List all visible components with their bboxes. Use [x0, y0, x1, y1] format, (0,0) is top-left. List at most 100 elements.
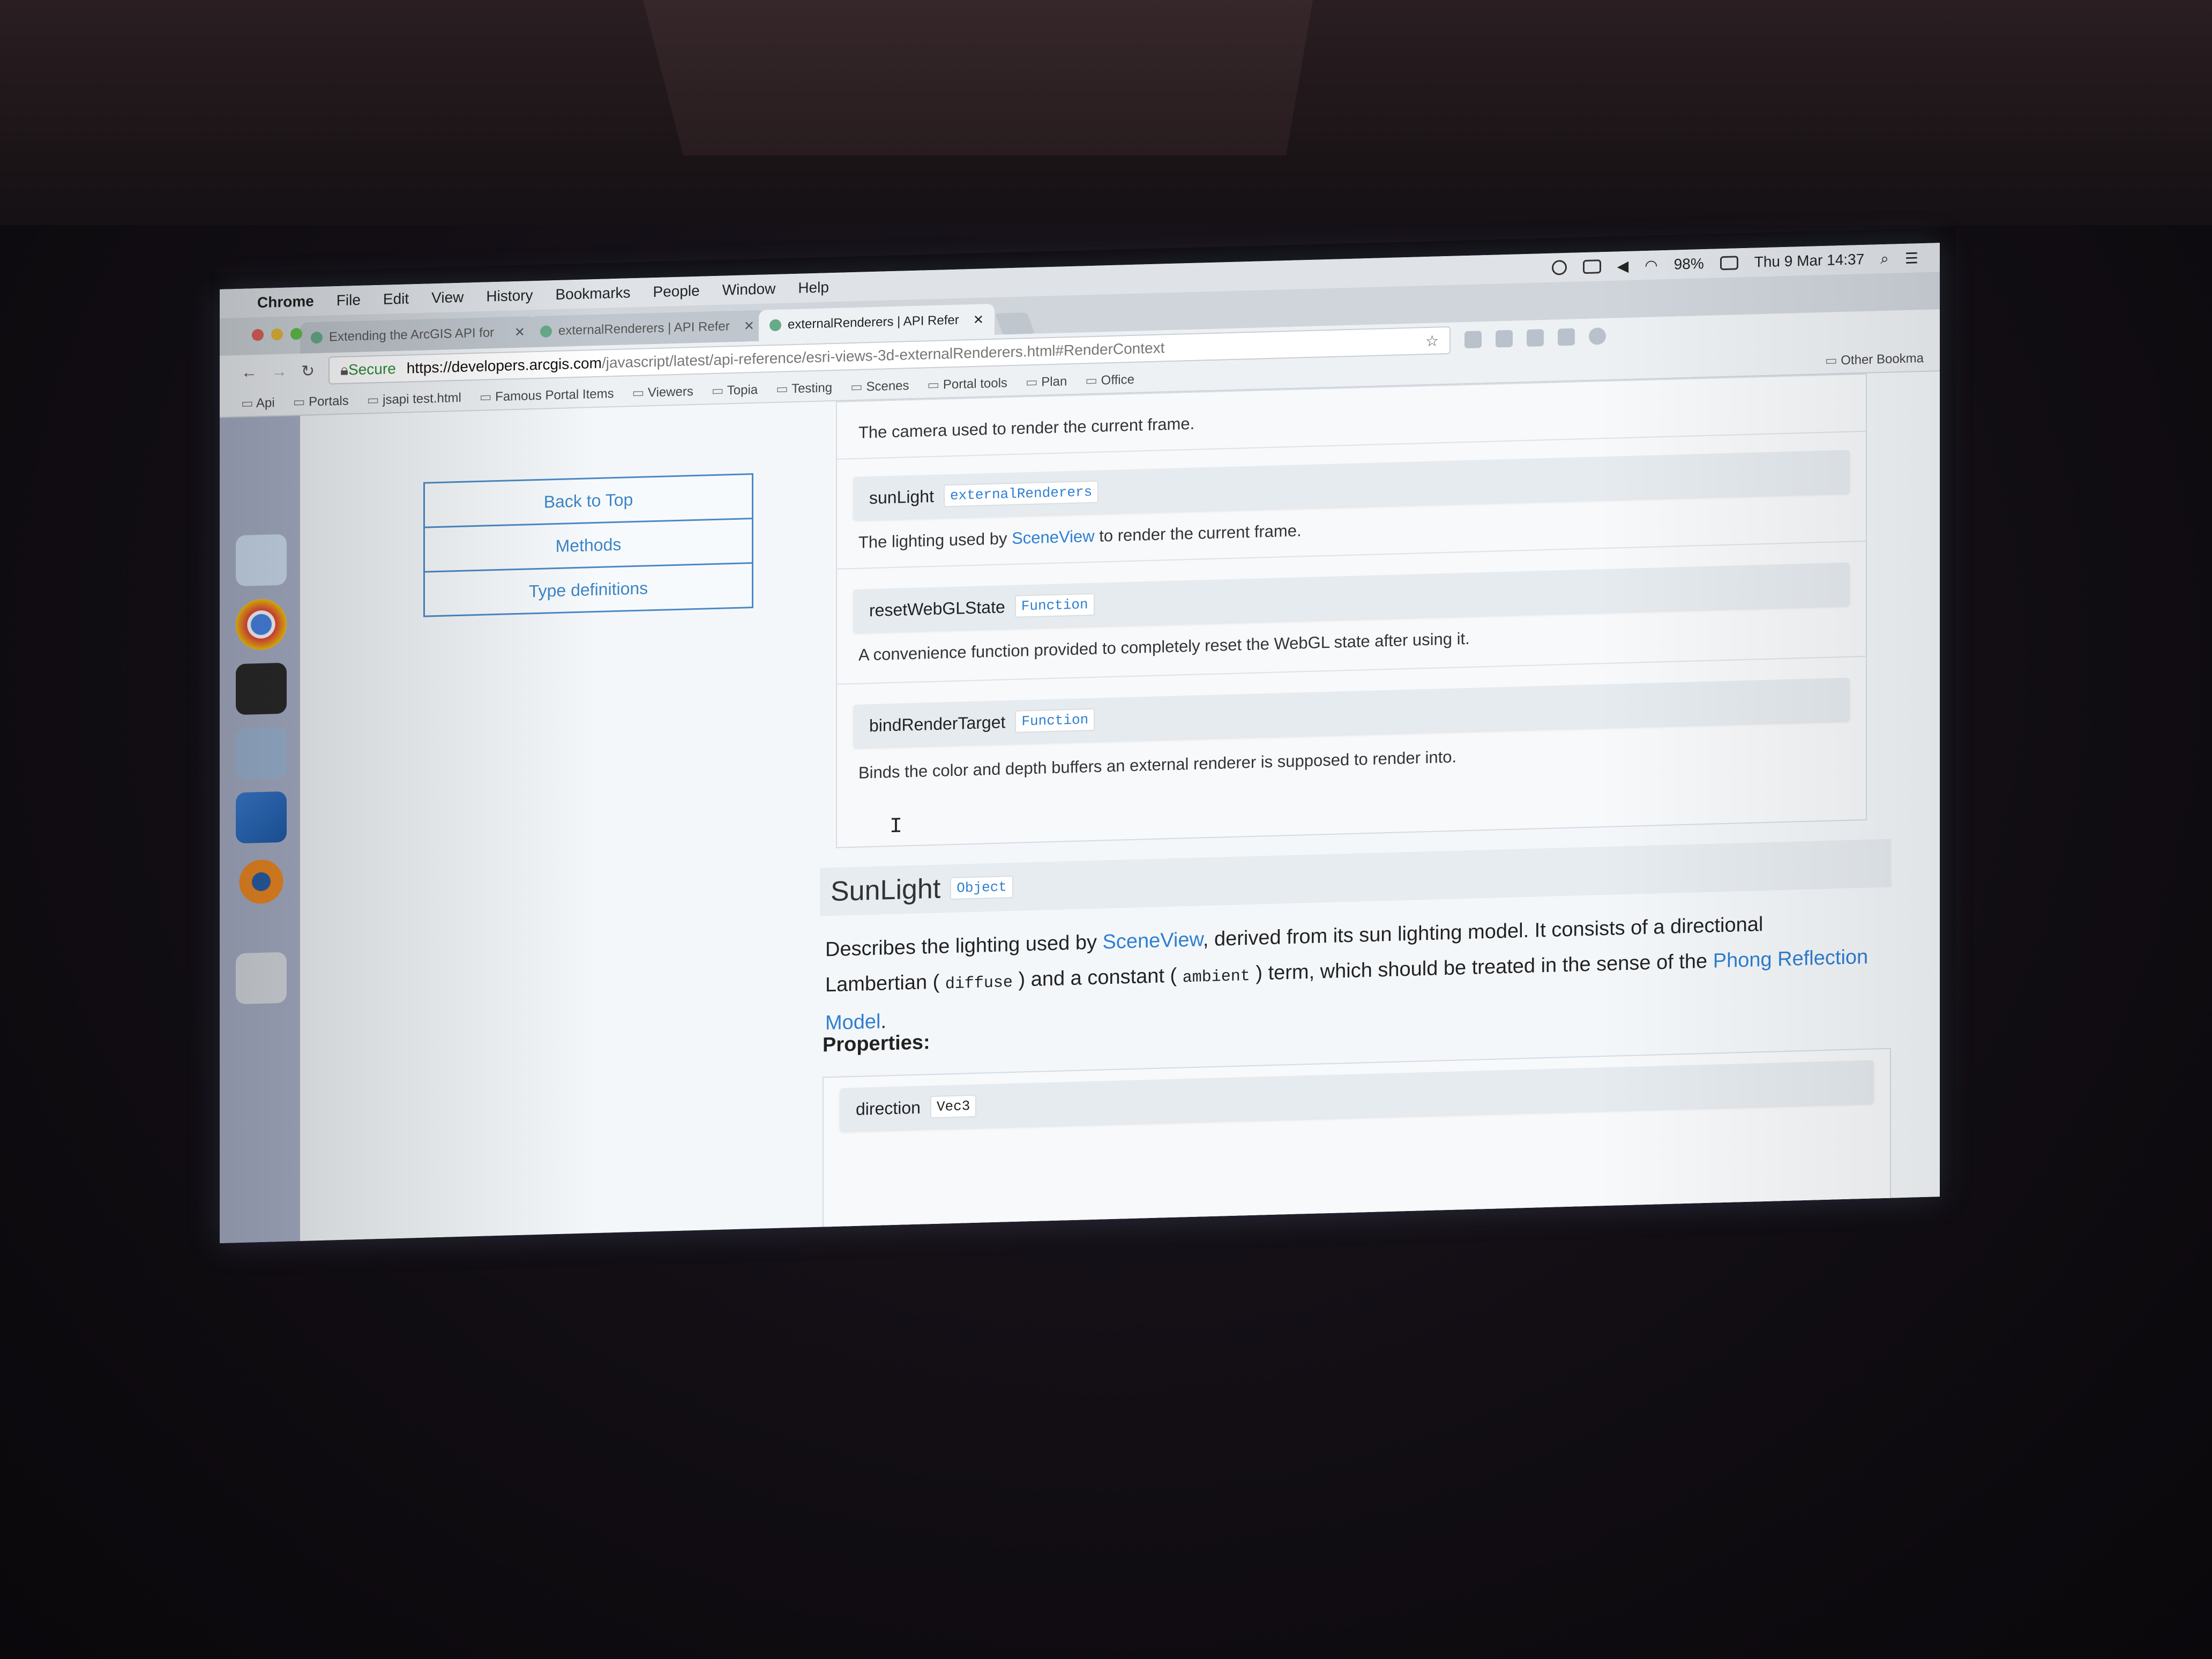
desc-text: The lighting used by — [858, 529, 1012, 552]
desc-text: to render the current frame. — [1094, 521, 1302, 545]
preview-icon[interactable] — [236, 727, 287, 780]
window-controls — [252, 327, 302, 341]
menu-people[interactable]: People — [653, 282, 700, 301]
extension-icon[interactable] — [1464, 331, 1482, 349]
reload-icon[interactable]: ↻ — [301, 362, 315, 381]
minimize-window-icon[interactable] — [271, 328, 283, 341]
airplay-icon[interactable] — [1582, 259, 1601, 274]
property-name: direction — [856, 1097, 921, 1119]
sunlight-section-header: SunLight Object — [820, 839, 1892, 916]
back-arrow-icon[interactable]: ← — [241, 363, 257, 382]
extension-icon[interactable] — [1496, 330, 1513, 348]
tab-close-icon[interactable]: ✕ — [973, 312, 984, 328]
reset-description: A convenience function provided to compl… — [858, 629, 1470, 664]
lock-icon: 🔒︎ — [340, 361, 349, 378]
desc-text: . — [880, 1010, 887, 1033]
menu-edit[interactable]: Edit — [383, 290, 409, 308]
clock[interactable]: Thu 9 Mar 14:37 — [1754, 251, 1864, 271]
properties-label: Properties: — [823, 1031, 930, 1057]
menu-window[interactable]: Window — [722, 280, 776, 299]
camera-description: The camera used to render the current fr… — [858, 414, 1195, 442]
chrome-icon[interactable] — [236, 598, 287, 651]
bookmark-folder[interactable]: Famous Portal Items — [480, 386, 614, 405]
trash-icon[interactable] — [236, 952, 287, 1005]
notification-center-icon[interactable]: ☰ — [1905, 249, 1918, 267]
bookmark-item[interactable]: jsapi test.html — [367, 390, 461, 408]
render-context-properties: The camera used to render the current fr… — [836, 373, 1867, 848]
spotlight-search-icon[interactable]: ⌕ — [1880, 250, 1889, 267]
tab-label: externalRenderers | API Refer — [558, 319, 730, 338]
profile-icon[interactable] — [1589, 327, 1606, 345]
sunlight-description: The lighting used by SceneView to render… — [858, 521, 1302, 552]
tab-close-icon[interactable]: ✕ — [744, 318, 754, 334]
menu-file[interactable]: File — [337, 292, 361, 309]
property-reset-webgl-state: resetWebGLState Function — [853, 562, 1850, 633]
code-ambient: ambient — [1182, 967, 1250, 988]
type-link[interactable]: Function — [1014, 593, 1095, 618]
bookmark-folder[interactable]: Portal tools — [928, 375, 1007, 393]
finder-icon[interactable] — [236, 534, 287, 587]
new-tab-button[interactable] — [995, 312, 1035, 335]
section-type-tag[interactable]: Object — [950, 875, 1013, 900]
property-bind-render-target: bindRenderTarget Function — [853, 677, 1850, 748]
password-manager-icon[interactable] — [1551, 259, 1567, 275]
desc-text: ) and a constant ( — [1012, 964, 1183, 991]
volume-icon[interactable]: ◀ — [1617, 257, 1629, 275]
projected-screen: Chrome File Edit View History Bookmarks … — [220, 243, 1940, 1244]
extension-icon[interactable] — [1558, 328, 1575, 346]
bookmark-folder[interactable]: Viewers — [632, 384, 693, 401]
sceneview-link[interactable]: SceneView — [1012, 527, 1095, 548]
sunlight-properties: direction Vec3 — [823, 1048, 1891, 1240]
tab-label: externalRenderers | API Refer — [788, 312, 959, 332]
forward-arrow-icon[interactable]: → — [271, 363, 287, 382]
bookmark-folder[interactable]: Portals — [293, 393, 349, 410]
apple-menu-icon[interactable] — [220, 303, 257, 304]
other-bookmarks[interactable]: Other Bookma — [1825, 350, 1924, 368]
close-window-icon[interactable] — [252, 328, 264, 341]
bookmark-folder[interactable]: Topia — [712, 382, 758, 398]
secure-label: Secure — [348, 360, 396, 378]
menu-app[interactable]: Chrome — [257, 293, 314, 311]
menu-bookmarks[interactable]: Bookmarks — [555, 284, 630, 303]
maximize-window-icon[interactable] — [290, 327, 302, 340]
property-name: resetWebGLState — [869, 596, 1005, 620]
menu-view[interactable]: View — [431, 289, 464, 307]
blender-icon[interactable] — [236, 855, 287, 908]
battery-icon[interactable] — [1720, 256, 1738, 271]
menubar-status-area: ◀ ◠ 98% Thu 9 Mar 14:37 ⌕ ☰ — [1551, 249, 1940, 277]
bookmark-folder[interactable]: Testing — [776, 380, 832, 397]
desc-text: ) term, which should be treated in the s… — [1250, 950, 1713, 985]
visual-studio-code-icon[interactable] — [236, 791, 287, 844]
ceiling-panel — [643, 0, 1313, 155]
type-link[interactable]: externalRenderers — [943, 480, 1099, 507]
desc-text: Describes the lighting used by — [825, 931, 1103, 961]
sceneview-link[interactable]: SceneView — [1103, 928, 1203, 953]
type-tag: Vec3 — [930, 1094, 977, 1119]
wifi-icon[interactable]: ◠ — [1645, 256, 1657, 274]
bookmark-folder[interactable]: Api — [241, 395, 275, 412]
text-cursor-icon: I — [890, 814, 903, 840]
type-link[interactable]: Function — [1015, 708, 1095, 733]
bookmark-folder[interactable]: Scenes — [850, 378, 909, 395]
bind-description: Binds the color and depth buffers an ext… — [858, 747, 1457, 782]
tab-favicon-icon — [540, 325, 552, 338]
type-definitions-link[interactable]: Type definitions — [425, 564, 752, 616]
menu-history[interactable]: History — [486, 287, 533, 305]
url-path: /javascript/latest/api-reference/esri-vi… — [601, 339, 1165, 371]
property-sunlight: sunLight externalRenderers — [853, 450, 1850, 520]
tab-favicon-icon — [311, 331, 323, 344]
tab-close-icon[interactable]: ✕ — [514, 324, 525, 340]
bookmark-folder[interactable]: Plan — [1026, 373, 1067, 390]
menu-help[interactable]: Help — [798, 279, 829, 297]
section-title: SunLight — [831, 873, 941, 908]
terminal-icon[interactable] — [236, 662, 287, 715]
macos-dock — [220, 415, 300, 1243]
bookmark-folder[interactable]: Office — [1085, 371, 1134, 388]
room-ceiling — [0, 0, 2212, 225]
api-reference-page: Back to Top Methods Type definitions The… — [316, 371, 1940, 1241]
page-nav: Back to Top Methods Type definitions — [423, 473, 753, 617]
property-direction: direction Vec3 — [840, 1060, 1874, 1131]
code-diffuse: diffuse — [945, 973, 1013, 994]
extension-icon[interactable] — [1527, 329, 1544, 347]
bookmark-star-icon[interactable]: ☆ — [1425, 332, 1439, 350]
